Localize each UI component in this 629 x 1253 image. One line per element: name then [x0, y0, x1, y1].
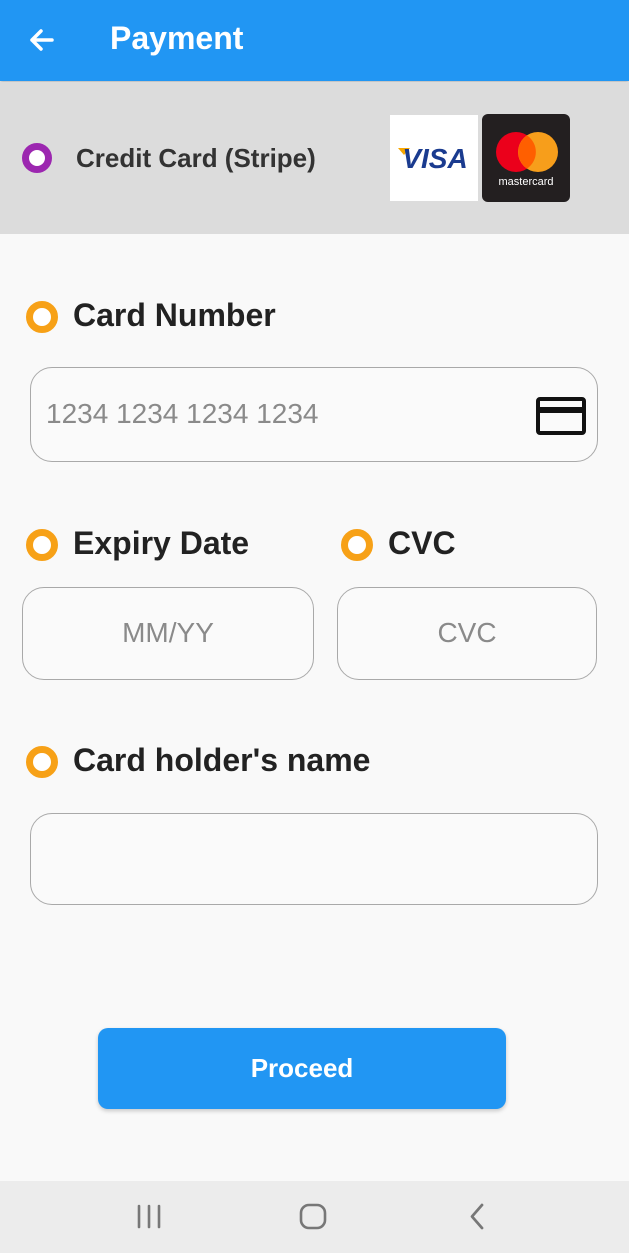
home-icon [299, 1203, 327, 1230]
back-icon [470, 1203, 484, 1230]
holder-name-input[interactable] [30, 813, 598, 905]
back-button[interactable] [22, 20, 62, 60]
app-bar: Payment [0, 0, 629, 81]
home-button[interactable] [273, 1181, 353, 1253]
payment-method-radio[interactable] [22, 143, 52, 173]
credit-card-icon [536, 397, 586, 435]
cvc-input[interactable]: CVC [337, 587, 597, 680]
payment-method-label: Credit Card (Stripe) [76, 143, 316, 173]
visa-logo-text: VISA [402, 143, 467, 174]
card-number-bullet-icon [26, 301, 58, 333]
cvc-bullet-icon [341, 529, 373, 561]
card-number-placeholder: 1234 1234 1234 1234 [46, 398, 319, 429]
expiry-input[interactable]: MM/YY [22, 587, 314, 680]
page-title: Payment [110, 20, 244, 56]
recents-button[interactable] [109, 1181, 189, 1253]
recents-icon [137, 1204, 161, 1229]
system-nav-bar [0, 1181, 629, 1253]
mastercard-logo: mastercard [482, 114, 570, 202]
holder-bullet-icon [26, 746, 58, 778]
holder-label: Card holder's name [73, 742, 371, 778]
proceed-button[interactable]: Proceed [98, 1028, 506, 1109]
mastercard-logo-text: mastercard [498, 176, 553, 188]
cvc-label: CVC [388, 525, 456, 561]
card-number-input[interactable]: 1234 1234 1234 1234 [30, 367, 598, 462]
visa-logo: VISA [390, 115, 478, 201]
card-number-label: Card Number [73, 297, 276, 333]
system-back-button[interactable] [437, 1181, 517, 1253]
expiry-bullet-icon [26, 529, 58, 561]
expiry-label: Expiry Date [73, 525, 250, 561]
expiry-placeholder: MM/YY [122, 617, 214, 648]
cvc-placeholder: CVC [437, 617, 497, 648]
arrow-left-icon [30, 29, 54, 51]
